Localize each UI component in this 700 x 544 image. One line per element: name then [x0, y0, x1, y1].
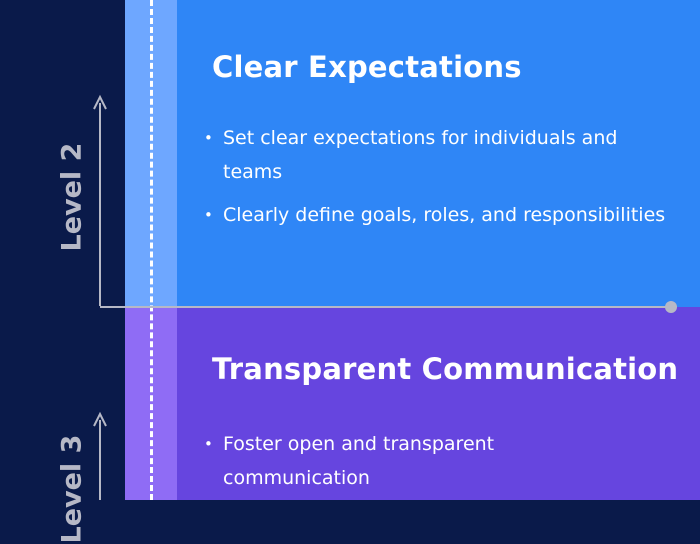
diagram: Clear Expectations • Set clear expectati… [0, 0, 700, 544]
level-2-label: Level 2 [56, 142, 88, 252]
level-3-label: Level 3 [56, 434, 88, 544]
axis-end-dot-icon [665, 301, 677, 313]
axis-overlay [93, 94, 677, 500]
